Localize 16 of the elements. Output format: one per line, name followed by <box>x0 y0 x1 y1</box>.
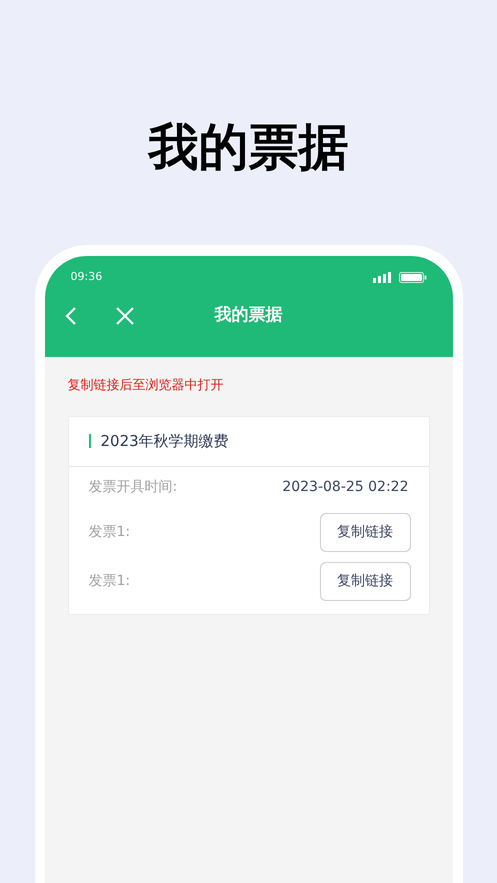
card-title: 2023年秋学期缴费 <box>100 430 229 452</box>
copy-link-button[interactable]: 复制链接 <box>320 512 410 552</box>
notice-text: 复制链接后至浏览器中打开 <box>68 377 224 395</box>
back-button[interactable] <box>64 306 78 326</box>
field-label: 发票1: <box>88 572 130 590</box>
field-label: 发票开具时间: <box>88 478 178 497</box>
battery-icon <box>398 272 426 282</box>
close-button[interactable] <box>114 306 134 326</box>
copy-link-button[interactable]: 复制链接 <box>320 562 410 600</box>
field-value: 2023-08-25 02:22 <box>282 478 408 497</box>
field-label: 发票1: <box>88 522 130 542</box>
nav-title: 我的票据 <box>214 304 282 328</box>
status-time: 09:36 <box>70 268 102 285</box>
headline: 我的票据 <box>148 117 348 178</box>
signal-icon <box>372 272 390 282</box>
accent-bar <box>88 434 90 448</box>
